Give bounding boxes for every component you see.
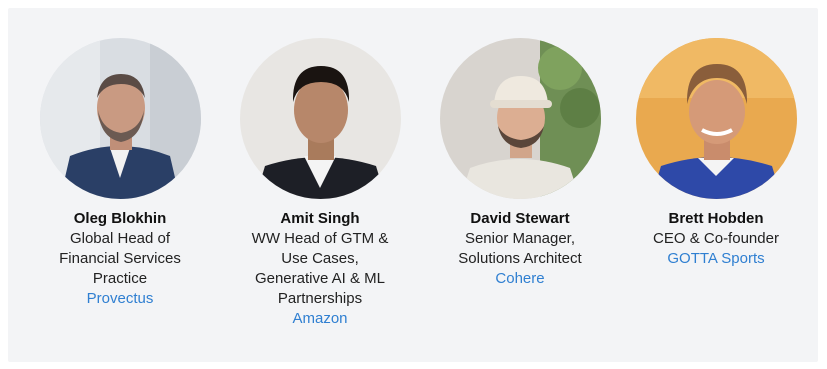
avatar [439,38,601,199]
speaker-name: Amit Singh [280,210,360,227]
speaker-title-line: WW Head of GTM & [251,230,389,247]
company-link-provectus[interactable]: Provectus [87,289,154,309]
avatar [635,38,797,199]
speaker-card: Amit Singh WW Head of GTM & Use Cases, G… [220,38,420,329]
company-link-cohere[interactable]: Cohere [495,269,544,289]
company-link-amazon[interactable]: Amazon [292,309,347,329]
speaker-title-line: Solutions Architect [458,250,582,267]
speaker-name: Brett Hobden [668,210,764,227]
avatar [239,38,401,199]
speaker-title-line: Generative AI & ML [254,270,386,287]
speaker-title-line: Practice [92,270,148,287]
speaker-card: Oleg Blokhin Global Head of Financial Se… [20,38,220,309]
speaker-title-line: Partnerships [277,290,363,307]
speaker-title-line: CEO & Co-founder [653,230,779,247]
company-link-gotta-sports[interactable]: GOTTA Sports [667,249,764,269]
avatar [39,38,201,199]
speaker-title-line: Financial Services [59,250,181,267]
speaker-title-line: Global Head of [69,230,171,247]
speaker-card: David Stewart Senior Manager, Solutions … [420,38,620,289]
speaker-card: Brett Hobden CEO & Co-founder GOTTA Spor… [616,38,816,269]
speaker-title-line: Use Cases, [281,250,359,267]
speaker-title-line: Senior Manager, [464,230,576,247]
speaker-name: Oleg Blokhin [73,210,167,227]
speaker-name: David Stewart [470,210,570,227]
speakers-panel: Oleg Blokhin Global Head of Financial Se… [8,8,818,362]
